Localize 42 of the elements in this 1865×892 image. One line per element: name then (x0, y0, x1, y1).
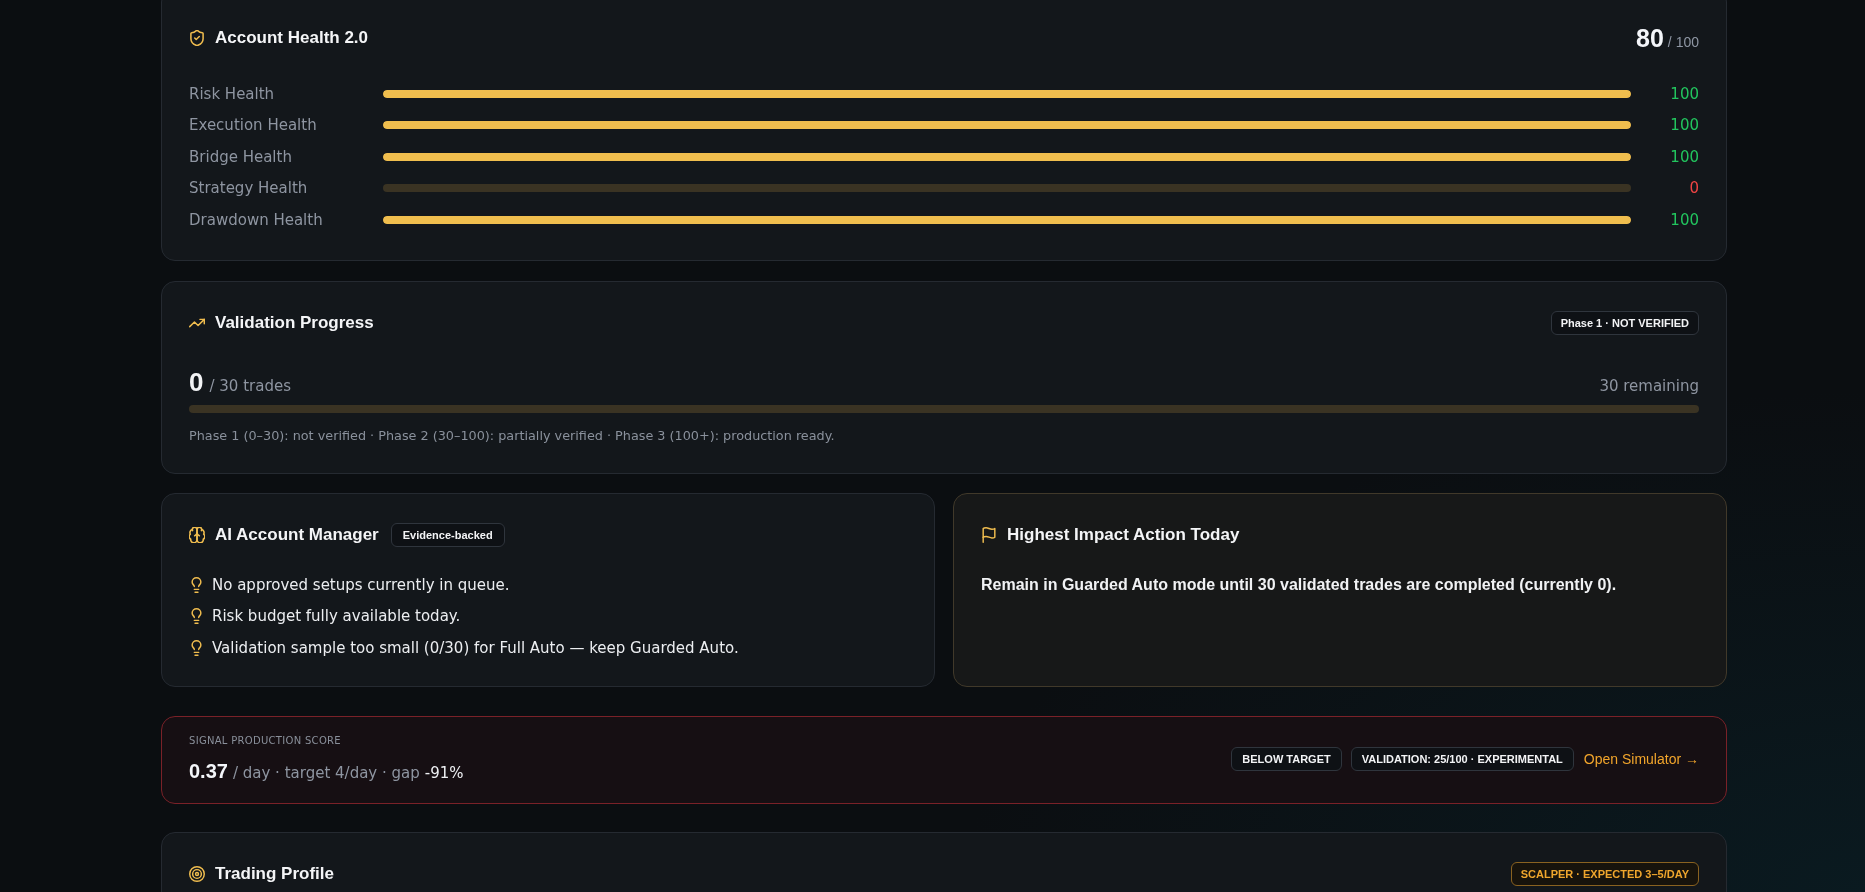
health-label: Strategy Health (189, 179, 309, 198)
health-value: 100 (1669, 116, 1699, 135)
health-value: 100 (1669, 147, 1699, 166)
profile-badge: SCALPER · EXPECTED 3–5/DAY (1510, 861, 1699, 886)
health-score-max: / 100 (1667, 34, 1699, 50)
insight-text: No approved setups currently in queue. (212, 575, 510, 594)
lightbulb-icon (191, 608, 202, 624)
health-label: Execution Health (189, 116, 318, 135)
card-title: Account Health 2.0 (215, 27, 369, 49)
lightbulb-icon (191, 576, 202, 593)
status-badge: VALIDATION: 25/100 · EXPERIMENTAL (1350, 746, 1574, 771)
health-score: 80 (1636, 25, 1664, 51)
shield-check-icon (189, 30, 205, 46)
action-text: Remain in Guarded Auto mode until 30 validated trades are completed (currently 0). (981, 574, 1618, 595)
remaining-count: 30 remaining (1599, 376, 1699, 395)
phase-badge: Phase 1 · NOT VERIFIED (1550, 310, 1699, 335)
health-label: Bridge Health (189, 147, 293, 166)
health-value: 0 (1688, 179, 1699, 198)
open-simulator-link[interactable]: Open Simulator → (1583, 750, 1699, 767)
insight-text: Risk budget fully available today. (212, 607, 461, 625)
card-title: Trading Profile (215, 862, 335, 885)
signal-score-detail: / day · target 4/day · gap (232, 763, 420, 782)
trade-count: 0 (189, 366, 204, 397)
brain-icon (189, 526, 205, 543)
trade-target: / 30 trades (209, 376, 291, 395)
target-icon (189, 865, 205, 882)
lightbulb-icon (191, 639, 202, 656)
card-title: Validation Progress (215, 311, 374, 334)
signal-score-label: SIGNAL PRODUCTION SCORE (189, 733, 341, 748)
signal-score-value: 0.37 (189, 758, 228, 784)
evidence-badge: Evidence-backed (390, 522, 505, 547)
flag-icon (981, 526, 997, 543)
phase-note: Phase 1 (0–30): not verified · Phase 2 (30–100): partially verified · Phase 3 (100+): production ready. (189, 426, 836, 445)
health-value: 100 (1669, 210, 1699, 229)
health-label: Drawdown Health (189, 210, 324, 229)
health-label: Risk Health (189, 84, 276, 103)
health-value: 100 (1669, 84, 1699, 103)
signal-gap-value: -91% (424, 763, 464, 782)
card-title: AI Account Manager (215, 523, 379, 546)
insight-text: Validation sample too small (0/30) for Full Auto — keep Guarded Auto. (212, 638, 739, 657)
status-badge: BELOW TARGET (1231, 746, 1342, 771)
card-title: Highest Impact Action Today (1007, 523, 1240, 546)
